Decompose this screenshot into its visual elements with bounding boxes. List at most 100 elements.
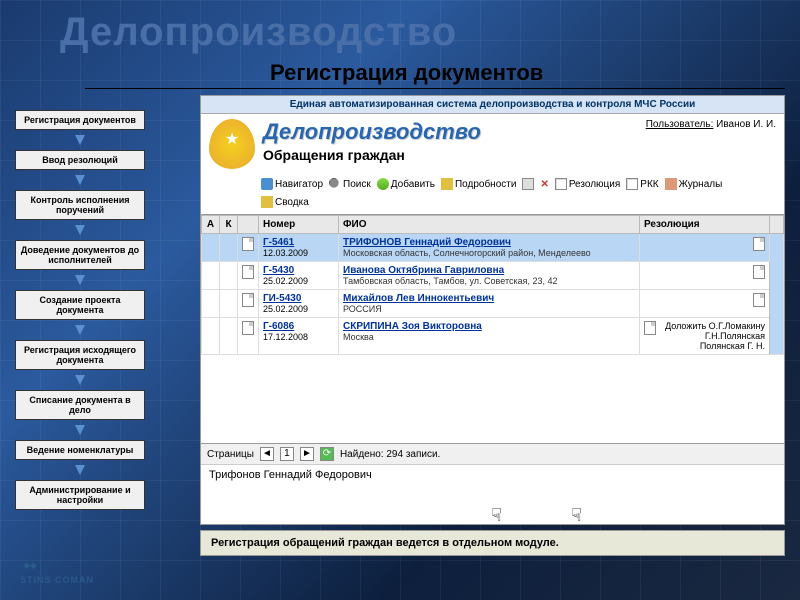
page-icon [242, 265, 254, 279]
sidebar-step-1[interactable]: Ввод резолюций [15, 150, 145, 170]
summary-button[interactable]: Сводка [261, 196, 309, 208]
cell-a [202, 318, 220, 355]
detail-pane: Трифонов Геннадий Федорович ☟ ☟ [201, 464, 784, 524]
user-info: Пользователь: Иванов И. И. [646, 119, 776, 130]
page-icon [242, 293, 254, 307]
col-fio[interactable]: ФИО [339, 216, 640, 234]
record-number-link[interactable]: Г-5461 [263, 237, 294, 248]
copy-button[interactable] [522, 178, 534, 190]
resolution-button[interactable]: Резолюция [555, 178, 620, 190]
copy-icon [522, 178, 534, 190]
cell-number: ГИ-543025.02.2009 [259, 290, 339, 318]
slide-sub-title: Регистрация документов [270, 60, 543, 86]
cell-fio: СКРИПИНА Зоя ВикторовнаМосква [339, 318, 640, 355]
cell-number: Г-543025.02.2009 [259, 262, 339, 290]
vendor-footer: STINS COMAN [20, 559, 94, 585]
sidebar-step-5[interactable]: Регистрация исходящего документа [15, 340, 145, 370]
scroll-stub [770, 216, 784, 234]
app-title: Делопроизводство [263, 119, 638, 145]
prev-page-button[interactable]: ◄ [260, 447, 274, 461]
cell-a [202, 262, 220, 290]
table-row[interactable]: Г-543025.02.2009Иванова Октябрина Гаврил… [202, 262, 784, 290]
col-resolution[interactable]: Резолюция [640, 216, 770, 234]
cell-k [220, 318, 238, 355]
page-icon [242, 321, 254, 335]
doc-icon [555, 178, 567, 190]
cell-doc-icon [238, 262, 259, 290]
record-fio-link[interactable]: СКРИПИНА Зоя Викторовна [343, 321, 482, 332]
app-section: Обращения граждан [263, 147, 638, 163]
cell-doc-icon [238, 234, 259, 262]
col-number[interactable]: Номер [259, 216, 339, 234]
sidebar-step-8[interactable]: Администрирование и настройки [15, 480, 145, 510]
details-button[interactable]: Подробности [441, 178, 516, 190]
record-number-link[interactable]: Г-6086 [263, 321, 294, 332]
res-doc-icon [644, 321, 656, 335]
page-icon [242, 237, 254, 251]
app-header: Единая автоматизированная система делопр… [201, 96, 784, 114]
table-row[interactable]: Г-608617.12.2008СКРИПИНА Зоя ВикторовнаМ… [202, 318, 784, 355]
delete-button[interactable]: ✕ [540, 179, 548, 190]
col-a[interactable]: А [202, 216, 220, 234]
journals-button[interactable]: Журналы [665, 178, 723, 190]
page-number[interactable]: 1 [280, 447, 294, 461]
cell-k [220, 234, 238, 262]
col-k[interactable]: К [220, 216, 238, 234]
record-number-link[interactable]: ГИ-5430 [263, 293, 301, 304]
navigator-icon [261, 178, 273, 190]
res-doc-icon [753, 265, 765, 279]
card-icon [626, 178, 638, 190]
record-fio-link[interactable]: Михайлов Лев Иннокентьевич [343, 293, 494, 304]
footer-note: Регистрация обращений граждан ведется в … [200, 530, 785, 556]
application-window: Единая автоматизированная система делопр… [200, 95, 785, 525]
user-name: Иванов И. И. [716, 119, 776, 130]
user-label: Пользователь: [646, 119, 714, 130]
record-number-link[interactable]: Г-5430 [263, 265, 294, 276]
cell-fio: ТРИФОНОВ Геннадий ФедоровичМосковская об… [339, 234, 640, 262]
record-fio-link[interactable]: ТРИФОНОВ Геннадий Федорович [343, 237, 511, 248]
cell-doc-icon [238, 290, 259, 318]
records-table-wrap: А К Номер ФИО Резолюция Г-546112.03.2009… [201, 214, 784, 443]
cell-resolution [640, 290, 770, 318]
sidebar-step-6[interactable]: Списание документа в дело [15, 390, 145, 420]
res-doc-icon [753, 237, 765, 251]
refresh-button[interactable]: ⟳ [320, 447, 334, 461]
search-button[interactable]: Поиск [329, 178, 371, 190]
sidebar-step-0[interactable]: Регистрация документов [15, 110, 145, 130]
cell-fio: Михайлов Лев ИннокентьевичРОССИЯ [339, 290, 640, 318]
sidebar-flowchart: Регистрация документов Ввод резолюций Ко… [15, 110, 150, 530]
sidebar-step-4[interactable]: Создание проекта документа [15, 290, 145, 320]
summary-icon [261, 196, 273, 208]
cell-resolution [640, 262, 770, 290]
rkk-button[interactable]: РКК [626, 178, 658, 190]
vendor-logo-icon [20, 559, 40, 573]
table-row[interactable]: ГИ-543025.02.2009Михайлов Лев Иннокентье… [202, 290, 784, 318]
cell-number: Г-546112.03.2009 [259, 234, 339, 262]
nav-button[interactable]: Навигатор [261, 178, 323, 190]
sidebar-step-2[interactable]: Контроль исполнения поручений [15, 190, 145, 220]
col-blank[interactable] [238, 216, 259, 234]
journal-icon [665, 178, 677, 190]
cell-doc-icon [238, 318, 259, 355]
scrollbar[interactable] [770, 234, 784, 355]
detail-name: Трифонов Геннадий Федорович [209, 469, 372, 481]
search-icon [329, 178, 341, 190]
res-doc-icon [753, 293, 765, 307]
cell-fio: Иванова Октябрина ГавриловнаТамбовская о… [339, 262, 640, 290]
cell-a [202, 234, 220, 262]
next-page-button[interactable]: ► [300, 447, 314, 461]
pages-label: Страницы [207, 449, 254, 460]
cursor-icon-1: ☟ [491, 505, 502, 526]
toolbar-main: Навигатор Поиск Добавить Подробности ✕ Р… [201, 174, 784, 194]
vendor-name: STINS COMAN [20, 575, 94, 585]
cell-resolution [640, 234, 770, 262]
sidebar-step-3[interactable]: Доведение документов до исполнителей [15, 240, 145, 270]
found-label: Найдено: 294 записи. [340, 449, 440, 460]
table-row[interactable]: Г-546112.03.2009ТРИФОНОВ Геннадий Федоро… [202, 234, 784, 262]
record-fio-link[interactable]: Иванова Октябрина Гавриловна [343, 265, 504, 276]
add-button[interactable]: Добавить [377, 178, 435, 190]
cursor-icon-2: ☟ [571, 505, 582, 526]
sidebar-step-7[interactable]: Ведение номенклатуры [15, 440, 145, 460]
cell-k [220, 290, 238, 318]
details-icon [441, 178, 453, 190]
